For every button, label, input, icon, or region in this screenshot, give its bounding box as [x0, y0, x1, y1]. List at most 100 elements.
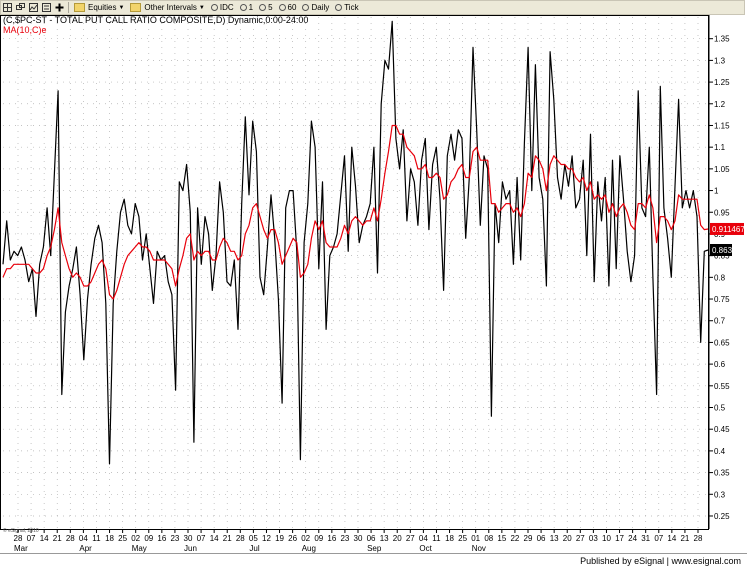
- study-label: MA(10,C)e: [3, 25, 47, 35]
- interval-1-button[interactable]: 1: [237, 1, 256, 14]
- x-tick-label: 09: [144, 534, 153, 543]
- interval-5-button[interactable]: 5: [256, 1, 275, 14]
- x-month-label: May: [132, 544, 147, 553]
- equities-menu[interactable]: Equities ▼: [71, 1, 127, 14]
- x-tick-label: 30: [184, 534, 193, 543]
- interval-1-label: 1: [248, 3, 254, 12]
- y-tick-label: 0.35: [714, 469, 730, 478]
- x-tick-label: 06: [537, 534, 546, 543]
- other-intervals-menu[interactable]: Other Intervals ▼: [127, 1, 207, 14]
- add-icon[interactable]: [54, 2, 65, 13]
- y-tick-label: 1.3: [714, 56, 726, 65]
- x-month-label: Jun: [184, 544, 197, 553]
- x-month-label: Sep: [367, 544, 382, 553]
- x-tick-label: 23: [170, 534, 179, 543]
- chart-title: (C,$PC-ST - TOTAL PUT CALL RATIO COMPOSI…: [3, 15, 308, 25]
- x-tick-label: 28: [66, 534, 75, 543]
- x-month-label: Jul: [249, 544, 259, 553]
- x-tick-label: 17: [615, 534, 624, 543]
- x-tick-label: 21: [223, 534, 232, 543]
- x-tick-label: 28: [236, 534, 245, 543]
- y-tick-label: 0.5: [714, 404, 726, 413]
- interval-tick-button[interactable]: Tick: [332, 1, 361, 14]
- interval-5-label: 5: [268, 3, 273, 12]
- chevron-down-icon: ▼: [198, 4, 205, 11]
- interval-idc-button[interactable]: IDC: [208, 1, 237, 14]
- x-tick-label: 30: [354, 534, 363, 543]
- x-tick-label: 27: [406, 534, 415, 543]
- x-tick-label: 15: [497, 534, 506, 543]
- x-tick-label: 11: [92, 534, 101, 543]
- x-tick-label: 20: [563, 534, 572, 543]
- chart-type-icon[interactable]: [28, 2, 39, 13]
- y-tick-label: 0.65: [714, 338, 730, 347]
- published-by-text: Published by eSignal | www.esignal.com: [580, 556, 741, 566]
- x-month-label: Oct: [419, 544, 432, 553]
- x-tick-label: 13: [550, 534, 559, 543]
- x-tick-label: 28: [694, 534, 703, 543]
- y-tick-label: 0.95: [714, 208, 730, 217]
- x-tick-label: 07: [197, 534, 206, 543]
- x-tick-label: 07: [654, 534, 663, 543]
- x-tick-label: 28: [14, 534, 23, 543]
- x-tick-label: 13: [380, 534, 389, 543]
- x-tick-label: 22: [510, 534, 519, 543]
- x-tick-label: 18: [445, 534, 454, 543]
- interval-60-button[interactable]: 60: [276, 1, 300, 14]
- footer: Published by eSignal | www.esignal.com: [0, 553, 747, 569]
- interval-idc-label: IDC: [219, 3, 234, 12]
- chart-svg[interactable]: 0.25 0.3 0.35 0.4 0.45 0.5 0.55 0.6 0.65 0.7 0.75 0…: [0, 15, 747, 553]
- x-tick-label: 19: [275, 534, 284, 543]
- interval-icon: [210, 4, 218, 11]
- x-month-label: Aug: [302, 544, 316, 553]
- chart-area[interactable]: 0.25 0.3 0.35 0.4 0.45 0.5 0.55 0.6 0.65 0.7 0.75 0…: [0, 15, 747, 553]
- toolbar-separator: [68, 2, 69, 13]
- x-tick-label: 26: [288, 534, 297, 543]
- x-tick-label: 04: [419, 534, 428, 543]
- x-tick-label: 10: [602, 534, 611, 543]
- interval-icon: [302, 4, 310, 11]
- interval-tick-label: Tick: [344, 3, 359, 12]
- x-tick-label: 03: [589, 534, 598, 543]
- ma-value-label: 0.911467: [712, 225, 745, 234]
- link-icon[interactable]: [15, 2, 26, 13]
- x-tick-label: 27: [576, 534, 585, 543]
- y-tick-label: 0.8: [714, 273, 726, 282]
- y-tick-label: 1: [714, 187, 719, 196]
- x-tick-label: 06: [367, 534, 376, 543]
- x-tick-label: 11: [432, 534, 441, 543]
- interval-daily-button[interactable]: Daily: [299, 1, 332, 14]
- x-tick-label: 08: [484, 534, 493, 543]
- y-tick-label: 0.25: [714, 512, 730, 521]
- x-tick-label: 07: [27, 534, 36, 543]
- grid-icon[interactable]: [2, 2, 13, 13]
- x-tick-label: 25: [458, 534, 467, 543]
- y-tick-label: 0.45: [714, 425, 730, 434]
- x-tick-label: 20: [393, 534, 402, 543]
- y-tick-label: 0.75: [714, 295, 730, 304]
- y-tick-label: 0.7: [714, 317, 726, 326]
- x-tick-label: 04: [79, 534, 88, 543]
- interval-daily-label: Daily: [311, 3, 330, 12]
- y-tick-label: 0.6: [714, 360, 726, 369]
- x-tick-label: 16: [157, 534, 166, 543]
- x-tick-label: 14: [667, 534, 676, 543]
- last-value-label: 0.863: [712, 246, 733, 255]
- x-month-label: Mar: [14, 544, 28, 553]
- equities-label: Equities: [88, 3, 117, 12]
- toolbar: Equities ▼ Other Intervals ▼ IDC 1 5 60 …: [0, 0, 745, 15]
- x-tick-label: 18: [105, 534, 114, 543]
- x-tick-label: 09: [314, 534, 323, 543]
- x-tick-label: 14: [40, 534, 49, 543]
- study-icon[interactable]: [41, 2, 52, 13]
- folder-icon: [74, 3, 85, 12]
- interval-icon: [259, 4, 267, 11]
- chevron-down-icon: ▼: [118, 4, 125, 11]
- y-tick-label: 0.55: [714, 382, 730, 391]
- x-tick-label: 21: [53, 534, 62, 543]
- folder-icon: [130, 3, 142, 12]
- x-tick-label: 02: [301, 534, 310, 543]
- x-tick-label: 01: [471, 534, 480, 543]
- x-tick-label: 12: [262, 534, 271, 543]
- y-tick-label: 1.25: [714, 78, 730, 87]
